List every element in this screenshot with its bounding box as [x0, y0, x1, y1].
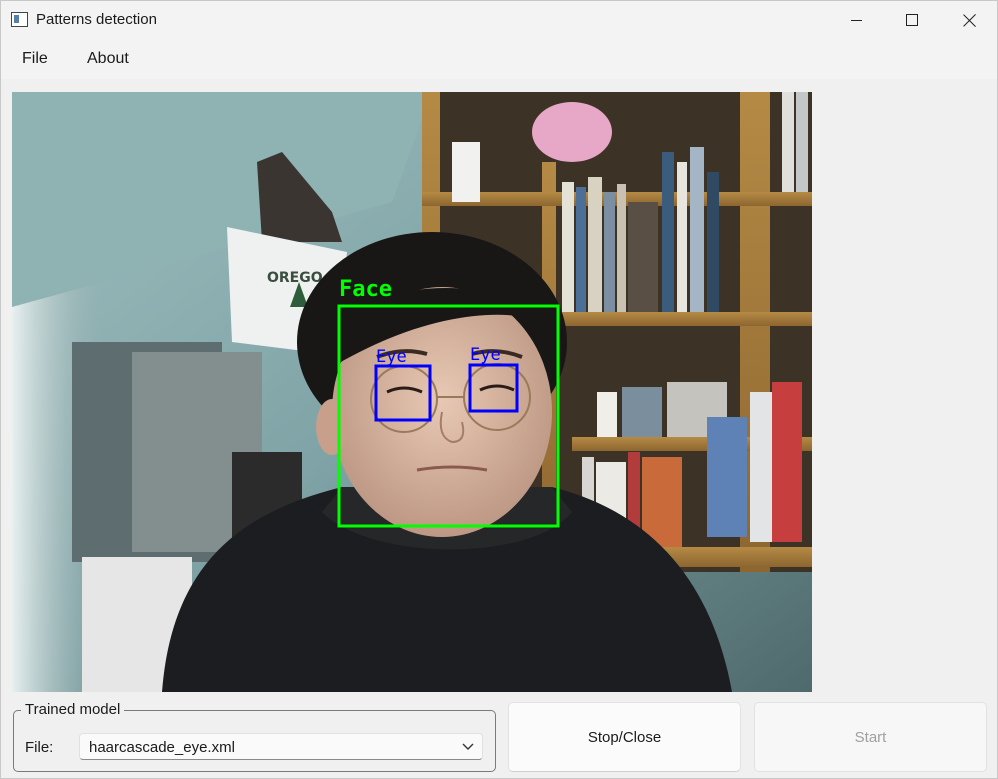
- app-window: Patterns detection File About OREGO Face…: [0, 0, 998, 779]
- close-icon: [963, 13, 977, 27]
- menu-about[interactable]: About: [87, 50, 129, 68]
- minimize-icon: [850, 19, 862, 21]
- chevron-down-icon: [462, 743, 474, 750]
- maximize-icon: [906, 14, 918, 26]
- camera-frame: OREGO Face Eye Eye: [12, 92, 812, 692]
- close-button[interactable]: [941, 1, 998, 39]
- file-label: File:: [25, 739, 54, 756]
- model-file-select[interactable]: haarcascade_eye.xml: [79, 733, 483, 760]
- model-file-value: haarcascade_eye.xml: [89, 739, 235, 756]
- minimize-button[interactable]: [827, 1, 885, 39]
- title-bar[interactable]: Patterns detection: [1, 1, 997, 39]
- maximize-button[interactable]: [883, 1, 941, 39]
- eye-label-left: Eye: [376, 347, 407, 367]
- camera-feed: OREGO Face Eye Eye: [12, 92, 812, 692]
- face-label: Face: [339, 277, 392, 302]
- pennant-text: OREGO: [267, 270, 323, 286]
- menu-bar: File About: [1, 39, 997, 79]
- app-icon: [11, 12, 28, 27]
- stop-close-button[interactable]: Stop/Close: [508, 702, 741, 772]
- window-title: Patterns detection: [36, 11, 157, 28]
- eye-label-right: Eye: [470, 345, 501, 365]
- start-button[interactable]: Start: [754, 702, 987, 772]
- menu-file[interactable]: File: [22, 50, 48, 68]
- trained-model-title: Trained model: [21, 701, 125, 718]
